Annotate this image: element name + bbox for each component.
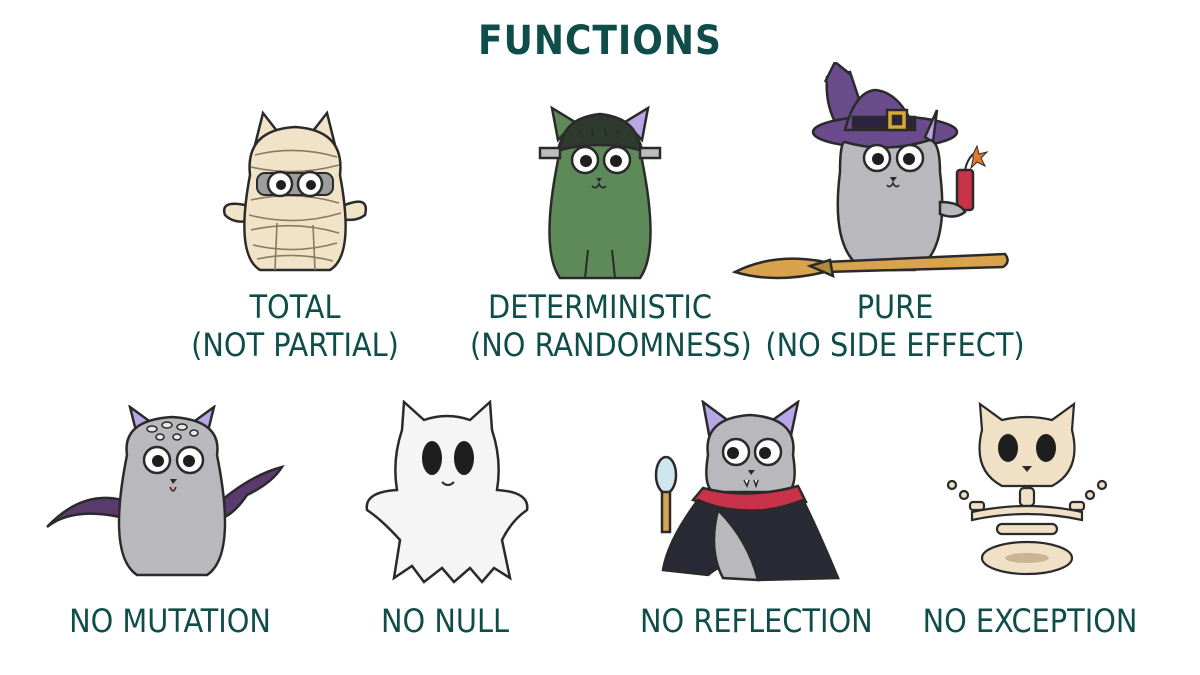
card-no-mutation bbox=[42, 405, 287, 580]
skeleton-cat-icon bbox=[946, 401, 1108, 576]
label-no-exception: NO EXCEPTION bbox=[922, 602, 1138, 640]
frankenstein-cat-icon bbox=[538, 105, 662, 280]
ghost-cat-icon bbox=[365, 400, 529, 584]
label-total: TOTAL (NOT PARTIAL) bbox=[191, 288, 399, 364]
vampire-cat-icon bbox=[654, 400, 840, 582]
label-deterministic: DETERMINISTIC (NO RANDOMNESS) bbox=[470, 288, 752, 364]
card-no-reflection bbox=[648, 400, 853, 585]
page-title: FUNCTIONS bbox=[478, 18, 722, 64]
label-pure: PURE (NO SIDE EFFECT) bbox=[765, 288, 1025, 364]
octopus-cat-icon bbox=[46, 405, 285, 577]
mummy-cat-icon bbox=[222, 110, 368, 272]
card-pure bbox=[715, 62, 1010, 282]
witch-cat-icon bbox=[731, 62, 1009, 280]
label-no-mutation: NO MUTATION bbox=[69, 602, 271, 640]
card-total bbox=[215, 105, 375, 280]
label-no-reflection: NO REFLECTION bbox=[640, 602, 873, 640]
label-no-null: NO NULL bbox=[381, 602, 509, 640]
card-no-exception bbox=[942, 400, 1112, 580]
card-no-null bbox=[362, 400, 532, 585]
card-deterministic bbox=[530, 100, 670, 282]
